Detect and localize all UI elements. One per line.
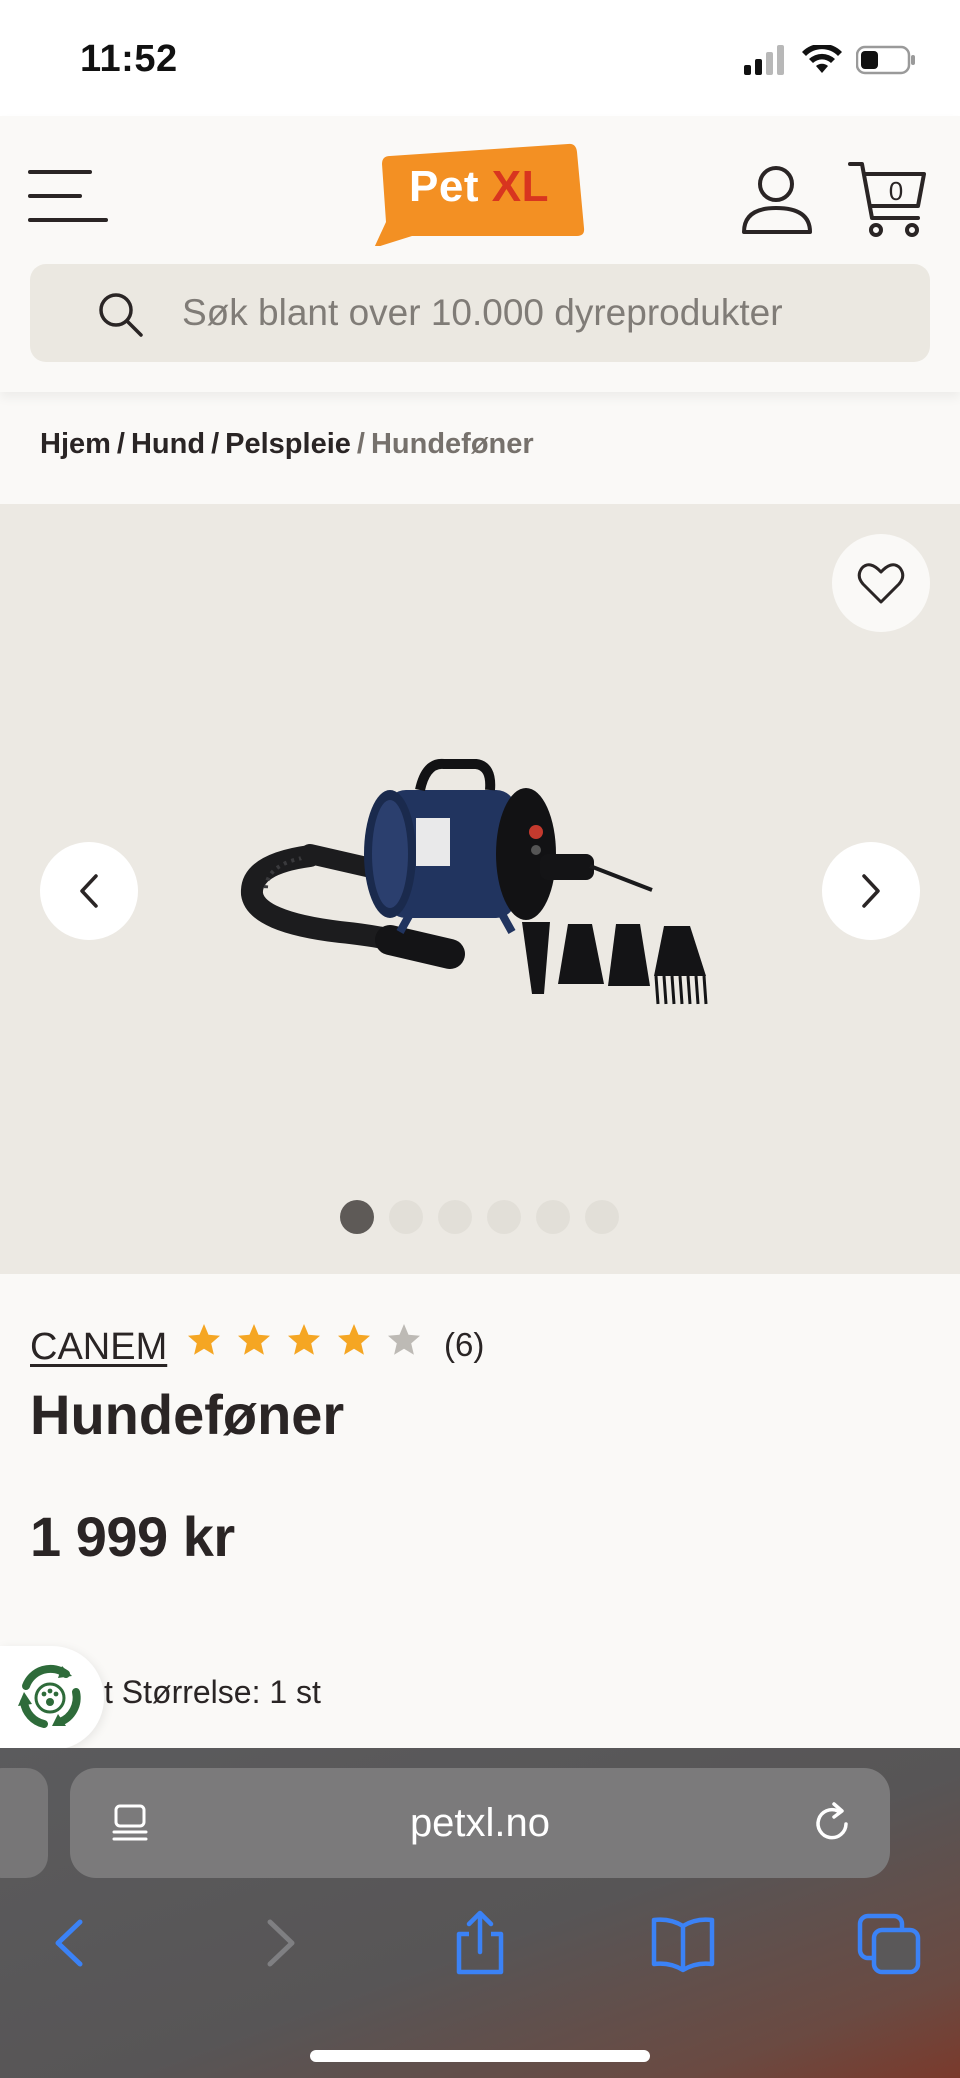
logo-text: Pet XL [409, 162, 549, 211]
gallery-dot[interactable] [389, 1200, 423, 1234]
rating-stars[interactable] [186, 1322, 422, 1358]
size-label: t Størrelse: 1 st [104, 1674, 321, 1710]
reload-icon[interactable] [810, 1800, 856, 1846]
product-title: Hundeføner [30, 1383, 345, 1446]
breadcrumb-link-home[interactable]: Hjem [40, 428, 111, 460]
home-indicator [310, 2050, 650, 2062]
bookmarks-icon[interactable] [648, 1908, 718, 1978]
status-time: 11:52 [80, 38, 178, 80]
wifi-icon [802, 45, 842, 73]
favorite-button[interactable] [832, 534, 930, 632]
star-filled-icon [188, 1324, 220, 1355]
site-header: Pet XL 0 [0, 116, 960, 392]
brand-link[interactable]: CANEM [30, 1326, 167, 1369]
back-icon[interactable] [36, 1908, 106, 1978]
search-bar[interactable] [30, 264, 930, 362]
star-filled-icon [238, 1324, 270, 1355]
status-bar: 11:52 [0, 0, 960, 116]
heart-icon [857, 563, 905, 604]
gallery-next-button[interactable] [822, 842, 920, 940]
recycle-paw-icon [18, 1664, 81, 1728]
breadcrumb-link-dog[interactable]: Hund [131, 428, 205, 460]
gallery-dot[interactable] [536, 1200, 570, 1234]
star-empty-icon [388, 1324, 420, 1355]
gallery-dot[interactable] [585, 1200, 619, 1234]
address-bar[interactable]: petxl.no [70, 1768, 890, 1878]
battery-icon [856, 45, 915, 75]
url-text: petxl.no [409, 1801, 551, 1845]
gallery-dot-active[interactable] [340, 1200, 374, 1234]
chevron-right-icon [862, 874, 880, 908]
account-button[interactable] [738, 160, 818, 240]
tabs-icon[interactable] [854, 1908, 924, 1978]
browser-toolbar: petxl.no [0, 1748, 960, 2078]
forward-icon[interactable] [244, 1908, 314, 1978]
gallery-pagination [340, 1200, 619, 1234]
breadcrumb-link-grooming[interactable]: Pelspleie [225, 428, 351, 460]
previous-tab-peek[interactable] [0, 1768, 48, 1878]
product-gallery[interactable] [0, 504, 960, 1274]
review-count[interactable]: (6) [444, 1326, 484, 1364]
gallery-dot[interactable] [438, 1200, 472, 1234]
cart-count-badge: 0 [888, 176, 904, 206]
gallery-dot[interactable] [487, 1200, 521, 1234]
breadcrumb-current: Hundeføner [370, 428, 534, 460]
petxl-logo[interactable]: Pet XL [372, 142, 586, 246]
menu-button[interactable] [28, 166, 110, 226]
user-icon [742, 166, 812, 234]
share-icon[interactable] [445, 1908, 515, 1978]
search-icon [99, 293, 143, 337]
status-icons [744, 40, 916, 80]
breadcrumb: Hjem / Hund / Pelspleie / Hundeføner [40, 428, 534, 460]
chevron-left-icon [80, 874, 98, 908]
eco-badge[interactable] [0, 1646, 104, 1750]
product-price: 1 999 kr [30, 1505, 235, 1568]
cart-button[interactable]: 0 [848, 158, 928, 238]
gallery-prev-button[interactable] [40, 842, 138, 940]
hamburger-menu-icon [28, 170, 108, 222]
product-image-dog-dryer [241, 758, 708, 1005]
star-filled-icon [338, 1324, 370, 1355]
signal-icon [744, 45, 784, 75]
search-input[interactable] [182, 264, 902, 362]
star-filled-icon [288, 1324, 320, 1355]
